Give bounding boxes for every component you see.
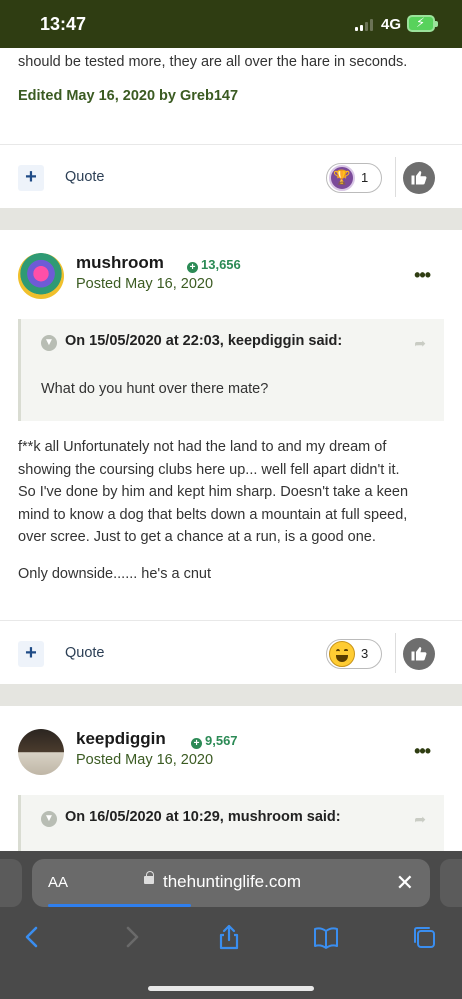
username[interactable]: keepdiggin xyxy=(76,729,166,749)
quote-header: ▼ On 15/05/2020 at 22:03, keepdiggin said… xyxy=(41,333,342,351)
post-date[interactable]: Posted May 16, 2020 xyxy=(76,752,213,768)
text-size-button[interactable]: AA xyxy=(48,874,68,891)
reputation-badge: +13,656 xyxy=(187,257,241,273)
page-load-progress xyxy=(48,904,191,907)
share-icon[interactable] xyxy=(215,923,243,951)
post-separator xyxy=(0,684,462,706)
avatar[interactable] xyxy=(18,253,64,299)
multiquote-button[interactable]: + xyxy=(18,165,44,191)
divider xyxy=(395,633,396,673)
laugh-icon xyxy=(329,641,355,667)
post-body-text: should be tested more, they are all over… xyxy=(18,54,408,70)
plus-circle-icon: + xyxy=(191,738,202,749)
post-actions: + Quote 🏆 1 xyxy=(0,144,462,208)
multiquote-button[interactable]: + xyxy=(18,641,44,667)
quote-body: What do you hunt over there mate? xyxy=(41,381,269,397)
share-arrow-icon[interactable]: ➦ xyxy=(414,335,426,352)
bookmarks-icon[interactable] xyxy=(312,923,340,951)
plus-circle-icon: + xyxy=(187,262,198,273)
reaction-count: 1 xyxy=(361,170,369,185)
share-arrow-icon[interactable]: ➦ xyxy=(414,811,426,828)
reputation-badge: +9,567 xyxy=(191,733,238,749)
previous-tab-peek[interactable] xyxy=(0,859,22,907)
divider xyxy=(395,157,396,197)
post-separator xyxy=(0,208,462,230)
post-body-line: mind to know a dog that belts down a mou… xyxy=(18,506,408,523)
reaction-count: 3 xyxy=(361,646,369,661)
username[interactable]: mushroom xyxy=(76,253,164,273)
post-body: f**k all Unfortunately not had the land … xyxy=(18,436,408,549)
post-date[interactable]: Posted May 16, 2020 xyxy=(76,276,213,292)
quote-citation: On 15/05/2020 at 22:03, keepdiggin said: xyxy=(65,333,343,349)
chevron-down-icon[interactable]: ▼ xyxy=(41,811,57,827)
like-button[interactable] xyxy=(403,162,435,194)
battery-icon: ⚡ xyxy=(407,15,438,32)
status-time: 13:47 xyxy=(40,14,87,34)
thumbs-up-icon xyxy=(411,171,427,185)
home-indicator xyxy=(148,986,314,991)
back-icon[interactable] xyxy=(18,923,46,951)
avatar[interactable] xyxy=(18,729,64,775)
reputation-count: 13,656 xyxy=(201,257,241,272)
page-content: should be tested more, they are all over… xyxy=(0,48,462,851)
trophy-icon: 🏆 xyxy=(329,165,355,191)
address-bar[interactable]: AA thehuntinglife.com ✕ xyxy=(32,859,430,907)
more-options-icon[interactable]: ••• xyxy=(414,741,431,762)
quote-block: ▼ On 15/05/2020 at 22:03, keepdiggin said… xyxy=(18,319,444,421)
post-body-line: Only downside...... he's a cnut xyxy=(18,566,211,582)
quote-header: ▼ On 16/05/2020 at 10:29, mushroom said: xyxy=(41,809,341,827)
post-body-line: So I've done by him and kept him sharp. … xyxy=(18,484,409,500)
post-header: keepdiggin +9,567 Posted May 16, 2020 ••… xyxy=(0,729,462,799)
browser-toolbar: AA thehuntinglife.com ✕ xyxy=(0,851,462,999)
network-type: 4G xyxy=(381,16,402,33)
signal-icon xyxy=(355,19,377,31)
thumbs-up-icon xyxy=(411,647,427,661)
forward-icon[interactable] xyxy=(118,923,146,951)
lock-icon xyxy=(144,871,154,884)
tabs-icon[interactable] xyxy=(410,923,438,951)
url-domain[interactable]: thehuntinglife.com xyxy=(163,872,301,892)
like-button[interactable] xyxy=(403,638,435,670)
post-header: mushroom +13,656 Posted May 16, 2020 ••• xyxy=(0,253,462,323)
more-options-icon[interactable]: ••• xyxy=(414,265,431,286)
quote-citation: On 16/05/2020 at 10:29, mushroom said: xyxy=(65,809,341,825)
post-body-line: f**k all Unfortunately not had the land … xyxy=(18,439,387,455)
quote-block: ▼ On 16/05/2020 at 10:29, mushroom said: … xyxy=(18,795,444,851)
next-tab-peek[interactable] xyxy=(440,859,462,907)
close-icon[interactable]: ✕ xyxy=(396,870,414,896)
edited-note: Edited May 16, 2020 by Greb147 xyxy=(18,88,239,104)
reaction-summary[interactable]: 3 xyxy=(326,639,382,669)
post-body-line: over scree. Just to get a chance at a ru… xyxy=(18,529,376,545)
post-body-line: showing the coursing clubs here up... we… xyxy=(18,461,400,478)
quote-button[interactable]: Quote xyxy=(65,169,105,185)
status-bar: 13:47 4G ⚡ xyxy=(0,0,462,48)
reputation-count: 9,567 xyxy=(205,733,238,748)
reaction-summary[interactable]: 🏆 1 xyxy=(326,163,382,193)
quote-button[interactable]: Quote xyxy=(65,645,105,661)
post-actions: + Quote 3 xyxy=(0,620,462,684)
chevron-down-icon[interactable]: ▼ xyxy=(41,335,57,351)
text-size-label: AA xyxy=(48,874,69,891)
